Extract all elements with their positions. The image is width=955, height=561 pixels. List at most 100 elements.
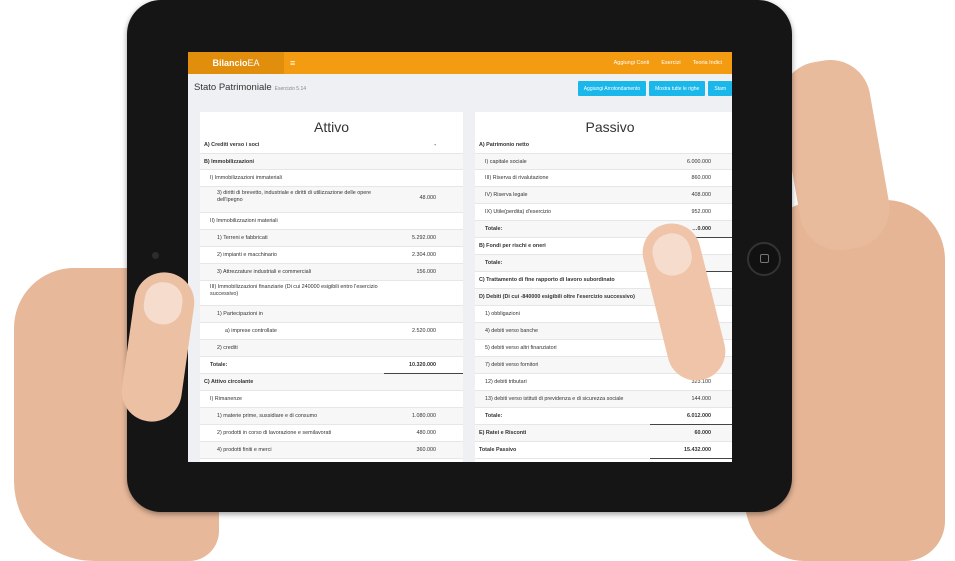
add-rounding-button[interactable]: Aggiungi Arrotondamento bbox=[577, 81, 647, 96]
attivo-row-label: B) Immobilizzazioni bbox=[204, 159, 255, 165]
passivo-row-label: C) Trattamento di fine rapporto di lavor… bbox=[479, 277, 615, 283]
camera-icon bbox=[152, 252, 159, 259]
passivo-row-value: 323.100 bbox=[691, 379, 712, 385]
attivo-row-label: 1) materie prime, sussidiare e di consum… bbox=[217, 413, 318, 419]
attivo-row-value: 480.000 bbox=[416, 430, 437, 436]
page-title-text: Stato Patrimoniale bbox=[194, 82, 272, 93]
attivo-row-label: A) Crediti verso i soci bbox=[204, 142, 260, 148]
home-button[interactable] bbox=[747, 242, 781, 276]
passivo-row-label: 13) debiti verso istituti di previdenza … bbox=[485, 396, 624, 402]
attivo-row: 2) prodotti in corso di lavorazione e se… bbox=[200, 425, 463, 442]
print-button[interactable]: Stam bbox=[708, 81, 732, 96]
attivo-row-value: 1.080.000 bbox=[412, 413, 436, 419]
attivo-row: 4) prodotti finiti e merci 360.000 bbox=[200, 442, 463, 459]
attivo-row-label: II) Immobilizzazioni materiali bbox=[210, 218, 278, 224]
attivo-row-label: Totale: bbox=[210, 362, 228, 368]
attivo-row: 1) materie prime, sussidiare e di consum… bbox=[200, 408, 463, 425]
passivo-row-value: 408.000 bbox=[691, 192, 712, 198]
passivo-total-line bbox=[650, 458, 732, 459]
passivo-row-label: 4) debiti verso banche bbox=[485, 328, 539, 334]
attivo-row-label: 2) prodotti in corso di lavorazione e se… bbox=[217, 430, 332, 436]
passivo-row: III) Riserva di rivalutazione 860.000 bbox=[475, 170, 732, 187]
passivo-row-value: 6.012.000 bbox=[687, 413, 711, 419]
attivo-row: I) Immobilizzazioni immateriali bbox=[200, 170, 463, 187]
attivo-row: B) Immobilizzazioni bbox=[200, 154, 463, 170]
passivo-row-label: IV) Riserva legale bbox=[485, 192, 528, 198]
nav-esercizi[interactable]: Esercizi bbox=[661, 60, 680, 66]
attivo-row: III) Immobilizzazioni finanziarie (Di cu… bbox=[200, 281, 463, 306]
passivo-row-label: 7) debiti verso fornitori bbox=[485, 362, 539, 368]
attivo-row-label: 2) impianti e macchinario bbox=[217, 252, 277, 258]
passivo-row-value: 860.000 bbox=[691, 175, 712, 181]
attivo-row-label: I) Rimanenze bbox=[210, 396, 243, 402]
passivo-title: Passivo bbox=[585, 119, 635, 135]
passivo-row-label: IX) Utile(perdita) d'esercizio bbox=[485, 209, 552, 215]
passivo-row-label: Totale Passivo bbox=[479, 447, 517, 453]
passivo-row: Totale Passivo 15.432.000 bbox=[475, 442, 732, 459]
right-thumb-nail bbox=[648, 229, 696, 280]
passivo-row-label: Totale: bbox=[485, 226, 503, 232]
passivo-row-value: 15.432.000 bbox=[684, 447, 711, 453]
attivo-row: a) imprese controllate 2.520.000 bbox=[200, 323, 463, 340]
passivo-row: E) Ratei e Risconti 60.000 bbox=[475, 425, 732, 442]
passivo-row-label: Totale: bbox=[485, 413, 503, 419]
attivo-row: 3) Attrezzature industriali e commercial… bbox=[200, 264, 463, 281]
attivo-row-label: 3) diritti di brevetto, industriale e di… bbox=[217, 190, 372, 203]
attivo-row: 1) Partecipazioni in bbox=[200, 306, 463, 323]
attivo-row-label: 1) Partecipazioni in bbox=[217, 311, 263, 317]
passivo-row-label: Totale: bbox=[485, 260, 503, 266]
attivo-row: II) Immobilizzazioni materiali bbox=[200, 213, 463, 230]
passivo-row: IV) Riserva legale 408.000 bbox=[475, 187, 732, 204]
attivo-row: I) Rimanenze bbox=[200, 391, 463, 408]
passivo-row-label: E) Ratei e Risconti bbox=[479, 430, 527, 436]
top-navbar: Bilancio EA ≡ Aggiungi Conti Esercizi Teo… bbox=[188, 52, 732, 74]
attivo-row: 3) diritti di brevetto, industriale e di… bbox=[200, 187, 463, 213]
brand-suffix: EA bbox=[247, 58, 260, 68]
passivo-row-label: A) Patrimonio netto bbox=[479, 142, 530, 148]
attivo-row: A) Crediti verso i soci - bbox=[200, 137, 463, 154]
hamburger-icon[interactable]: ≡ bbox=[290, 58, 295, 68]
attivo-row-label: C) Attivo circolante bbox=[204, 379, 254, 385]
attivo-row: C) Attivo circolante bbox=[200, 374, 463, 391]
passivo-row-label: I) capitale sociale bbox=[485, 159, 527, 165]
attivo-title: Attivo bbox=[313, 119, 349, 135]
nav-aggiungi-conti[interactable]: Aggiungi Conti bbox=[614, 60, 650, 66]
attivo-row-value: 2.304.000 bbox=[412, 252, 436, 258]
passivo-row: A) Patrimonio netto bbox=[475, 137, 732, 154]
passivo-row-value: 144.000 bbox=[691, 396, 712, 402]
photo-stage: Bilancio EA ≡ Aggiungi Conti Esercizi Teo… bbox=[0, 0, 955, 561]
page-title: Stato Patrimoniale Esercizio 5.14 bbox=[194, 82, 306, 93]
attivo-rows: A) Crediti verso i soci - B) Immobilizzazi… bbox=[200, 137, 463, 459]
attivo-row-label: 3) Attrezzature industriali e commercial… bbox=[217, 269, 312, 275]
attivo-row: 2) impianti e macchinario 2.304.000 bbox=[200, 247, 463, 264]
passivo-row-value: 952.000 bbox=[691, 209, 712, 215]
passivo-row-value: 6.000.000 bbox=[687, 159, 711, 165]
attivo-panel: Attivo A) Crediti verso i soci - B) Immobi… bbox=[200, 112, 463, 462]
attivo-row-label: 1) Terreni e fabbricati bbox=[217, 235, 268, 241]
page-subtitle: Esercizio 5.14 bbox=[274, 86, 307, 92]
attivo-row: 1) Terreni e fabbricati 5.292.000 bbox=[200, 230, 463, 247]
nav-teoria-indici[interactable]: Teoria Indici bbox=[693, 60, 722, 66]
attivo-row: Totale: 10.320.000 bbox=[200, 357, 463, 374]
brand-logo[interactable]: Bilancio EA bbox=[188, 52, 284, 74]
passivo-row-label: 12) debiti tributari bbox=[485, 379, 527, 385]
attivo-row-value: 10.320.000 bbox=[409, 362, 436, 368]
home-square-icon bbox=[760, 254, 769, 263]
attivo-row-label: I) Immobilizzazioni immateriali bbox=[210, 175, 282, 181]
passivo-row: I) capitale sociale 6.000.000 bbox=[475, 154, 732, 170]
attivo-row-label: 4) prodotti finiti e merci bbox=[217, 447, 272, 453]
passivo-row: 13) debiti verso istituti di previdenza … bbox=[475, 391, 732, 408]
attivo-row-label: 2) crediti bbox=[217, 345, 238, 351]
left-thumb-nail bbox=[141, 279, 185, 327]
attivo-row-label: III) Immobilizzazioni finanziarie (Di cu… bbox=[210, 284, 378, 297]
attivo-row-value: 2.520.000 bbox=[412, 328, 436, 334]
show-all-rows-button[interactable]: Mostra tutte le righe bbox=[649, 81, 706, 96]
passivo-row-label: III) Riserva di rivalutazione bbox=[485, 175, 549, 181]
attivo-row: 2) crediti bbox=[200, 340, 463, 357]
passivo-row-label: D) Debiti (Di cui -840000 esigibili oltr… bbox=[479, 294, 635, 300]
page-header: Stato Patrimoniale Esercizio 5.14 Aggiung… bbox=[188, 74, 732, 100]
attivo-row-value: - bbox=[434, 142, 436, 148]
passivo-row-value: 60.000 bbox=[694, 430, 712, 436]
brand-main: Bilancio bbox=[212, 58, 248, 68]
attivo-row-value: 5.292.000 bbox=[412, 235, 436, 241]
